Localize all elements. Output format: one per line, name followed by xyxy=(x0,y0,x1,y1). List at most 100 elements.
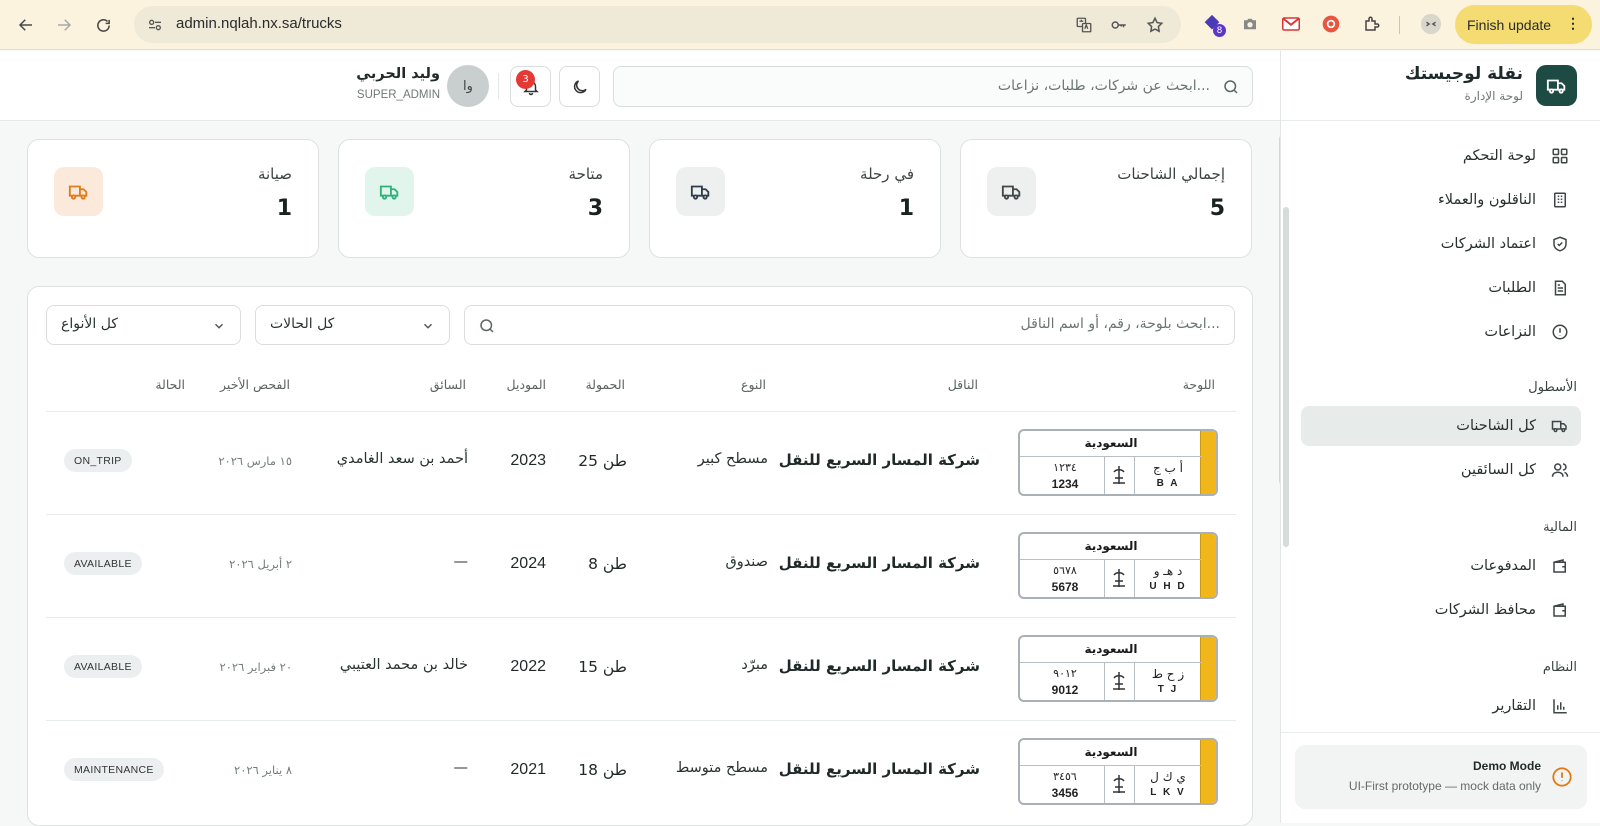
plate-number-ar: ١٢٣٤ xyxy=(1053,461,1077,474)
truck-icon xyxy=(365,167,414,216)
status-filter-value: كل الحالات xyxy=(270,316,335,332)
reload-icon[interactable] xyxy=(87,9,119,41)
type-cell: مسطح متوسط xyxy=(675,760,768,776)
column-header-type[interactable]: النوع xyxy=(741,377,766,392)
plate-emblem-icon xyxy=(1109,566,1129,592)
truck-icon xyxy=(676,167,725,216)
moon-icon xyxy=(573,79,587,93)
sidebar-item-payments[interactable]: المدفوعات xyxy=(1301,546,1581,586)
capacity-cell: 15 طن xyxy=(578,658,627,676)
wallet-icon xyxy=(1551,601,1569,619)
status-badge: AVAILABLE xyxy=(64,655,142,678)
license-plate: السعودية ٩٠١٢ 9012 ز ح ط T J xyxy=(1018,635,1218,702)
column-header-model[interactable]: الموديل xyxy=(507,377,546,392)
carrier-cell: شركة المسار السريع للنقل xyxy=(778,657,980,675)
driver-cell: — xyxy=(453,554,469,570)
column-header-carrier[interactable]: الناقل xyxy=(948,377,978,392)
plate-number-en: 1234 xyxy=(1051,477,1079,491)
sidebar-item-dashboard[interactable]: لوحة التحكم xyxy=(1301,136,1581,176)
profile-avatar-icon[interactable] xyxy=(1420,13,1442,35)
toolbar-divider xyxy=(1399,16,1400,34)
sidebar-item-label: التقارير xyxy=(1492,698,1536,714)
extension-circle-icon[interactable] xyxy=(1320,13,1342,35)
model-cell: 2022 xyxy=(510,658,546,675)
finish-update-label: Finish update xyxy=(1467,16,1552,33)
stat-label: صيانة xyxy=(257,165,292,183)
status-filter-select[interactable]: كل الحالات xyxy=(255,305,450,345)
sidebar-scrollbar[interactable] xyxy=(1283,207,1289,547)
column-header-last-inspection[interactable]: الفحص الأخير xyxy=(220,377,290,392)
plate-number-en: 3456 xyxy=(1051,786,1079,800)
back-icon[interactable] xyxy=(10,9,42,41)
plate-letters-en: B A xyxy=(1156,478,1180,489)
avatar[interactable]: وا xyxy=(447,65,489,107)
sidebar-item-label: كل الشاحنات xyxy=(1456,418,1536,434)
finish-update-button[interactable]: Finish update ⋮ xyxy=(1455,5,1592,44)
brand-subtitle: لوحة الإدارة xyxy=(1464,89,1523,103)
model-cell: 2021 xyxy=(510,761,546,778)
stat-value: 1 xyxy=(276,196,292,221)
type-filter-select[interactable]: كل الأنواع xyxy=(46,305,241,345)
table-row[interactable]: السعودية ١٢٣٤ 1234 أ ب ج B A شركة المسار… xyxy=(46,411,1236,514)
plate-letters-en: T J xyxy=(1157,684,1179,695)
sidebar-section-fleet: الأسطول xyxy=(1528,380,1577,395)
column-header-status[interactable]: الحالة xyxy=(155,377,185,392)
column-header-capacity[interactable]: الحمولة xyxy=(585,377,625,392)
plate-number-ar: ٩٠١٢ xyxy=(1053,667,1077,680)
plate-emblem-icon xyxy=(1109,772,1129,798)
inspection-cell: ١٥ مارس ٢٠٢٦ xyxy=(218,454,292,468)
model-cell: 2024 xyxy=(510,555,546,572)
wallet-icon xyxy=(1551,557,1569,575)
truck-search-placeholder: ابحث بلوحة، رقم، أو اسم الناقل... xyxy=(1020,316,1220,332)
stat-value: 1 xyxy=(898,196,914,221)
sidebar-item-disputes[interactable]: النزاعات xyxy=(1301,312,1581,352)
inspection-cell: ٢ أبريل ٢٠٢٦ xyxy=(229,557,292,571)
sidebar-item-label: محافظ الشركات xyxy=(1434,602,1536,618)
extension-gem-icon[interactable]: 8 xyxy=(1201,13,1226,37)
table-row[interactable]: السعودية ٩٠١٢ 9012 ز ح ط T J شركة المسار… xyxy=(46,617,1236,720)
truck-search-input[interactable]: ابحث بلوحة، رقم، أو اسم الناقل... xyxy=(464,305,1235,345)
sidebar-item-all-drivers[interactable]: كل السائقين xyxy=(1301,450,1581,490)
model-cell: 2023 xyxy=(510,452,546,469)
star-icon[interactable] xyxy=(1144,14,1166,36)
key-icon[interactable] xyxy=(1108,14,1130,36)
capacity-cell: 25 طن xyxy=(578,452,627,470)
plate-country: السعودية xyxy=(1084,745,1138,759)
table-row[interactable]: السعودية ٣٤٥٦ 3456 ي ك ل L K V شركة المس… xyxy=(46,720,1236,823)
global-search-placeholder: ابحث عن شركات، طلبات، نزاعات... xyxy=(997,78,1210,94)
plate-letters-en: L K V xyxy=(1150,787,1186,798)
column-header-plate[interactable]: اللوحة xyxy=(1183,377,1215,392)
type-cell: مسطح كبير xyxy=(697,451,768,467)
table-row[interactable]: السعودية ٥٦٧٨ 5678 د هـ و U H D شركة الم… xyxy=(46,514,1236,617)
address-bar[interactable]: admin.nqlah.nx.sa/trucks xyxy=(134,6,1181,43)
extension-badge: 8 xyxy=(1213,24,1226,37)
status-badge: ON_TRIP xyxy=(64,449,132,472)
building-icon xyxy=(1551,191,1569,209)
theme-toggle-button[interactable] xyxy=(559,66,600,107)
user-name: وليد الحربي xyxy=(356,66,440,82)
stat-label: في رحلة xyxy=(860,165,914,183)
gmail-icon[interactable] xyxy=(1280,13,1302,35)
translate-icon[interactable] xyxy=(1073,14,1095,36)
global-search-input[interactable]: ابحث عن شركات، طلبات، نزاعات... xyxy=(613,66,1253,107)
chevron-down-icon xyxy=(421,319,435,333)
url-text[interactable]: admin.nqlah.nx.sa/trucks xyxy=(176,15,342,32)
sidebar-item-label: الناقلون والعملاء xyxy=(1437,192,1536,208)
inspection-cell: ٨ يناير ٢٠٢٦ xyxy=(234,763,292,777)
column-header-driver[interactable]: السائق xyxy=(430,377,466,392)
forward-icon[interactable] xyxy=(48,9,80,41)
sidebar-item-company-approval[interactable]: اعتماد الشركات xyxy=(1301,224,1581,264)
extensions-puzzle-icon[interactable] xyxy=(1361,13,1383,35)
sidebar-item-reports[interactable]: التقارير xyxy=(1301,686,1581,726)
notifications-button[interactable]: 3 xyxy=(510,66,551,107)
truck-logo-icon[interactable] xyxy=(1536,65,1577,106)
sidebar-item-orders[interactable]: الطلبات xyxy=(1301,268,1581,308)
sidebar-item-carriers-clients[interactable]: الناقلون والعملاء xyxy=(1301,180,1581,220)
site-settings-icon[interactable] xyxy=(144,14,166,36)
stat-label: إجمالي الشاحنات xyxy=(1117,165,1225,183)
app-header: ابحث عن شركات، طلبات، نزاعات... 3 وا ولي… xyxy=(0,51,1280,121)
camera-icon[interactable] xyxy=(1239,13,1261,35)
sidebar-item-all-trucks[interactable]: كل الشاحنات xyxy=(1301,406,1581,446)
sidebar-item-company-wallets[interactable]: محافظ الشركات xyxy=(1301,590,1581,630)
sidebar-nav: لوحة التحكم الناقلون والعملاء اعتماد الش… xyxy=(1281,122,1600,782)
